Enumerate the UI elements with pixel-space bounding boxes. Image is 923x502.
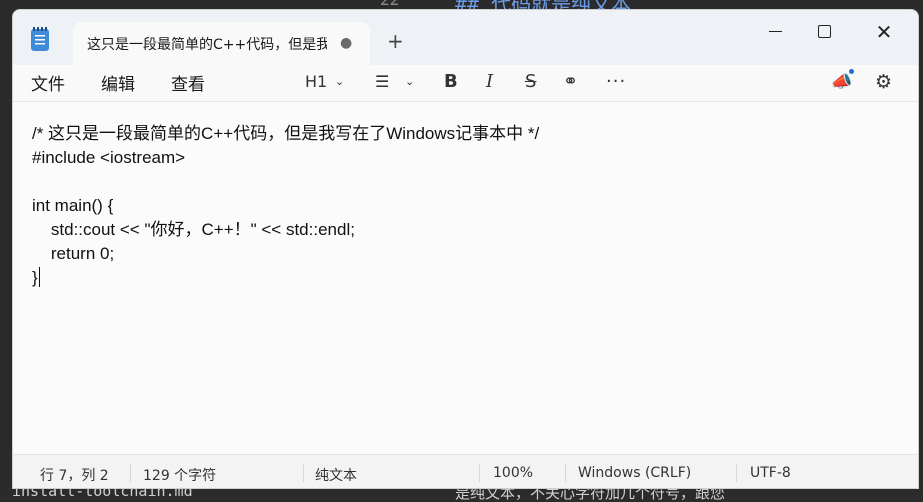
settings-button[interactable]: ⚙ [875,69,892,95]
status-bar: 行 7，列 2 129 个字符 纯文本 100% Windows (CRLF) … [13,454,918,488]
gear-icon: ⚙ [875,71,893,93]
tab-title: 这只是一段最简单的C++代码，但是我写在了Windows记事本中 [87,37,327,53]
notepad-window: 这只是一段最简单的C++代码，但是我写在了Windows记事本中 ● + ✕ 文… [12,9,919,489]
tab-current-document[interactable]: 这只是一段最简单的C++代码，但是我写在了Windows记事本中 ● [73,22,370,65]
link-button[interactable]: ⚭ [563,69,578,95]
line-ending[interactable]: Windows (CRLF) [578,465,691,481]
editor-content[interactable]: /* 这只是一段最简单的C++代码，但是我写在了Windows记事本中 */ #i… [32,122,539,290]
notification-dot [849,69,854,74]
background-editor-left [0,0,12,502]
title-bar: 这只是一段最简单的C++代码，但是我写在了Windows记事本中 ● + ✕ [13,10,918,65]
background-text: 是纯文本，不关心字符加几个符号，跟您 [455,488,726,502]
text-editor[interactable]: /* 这只是一段最简单的C++代码，但是我写在了Windows记事本中 */ #i… [13,102,918,454]
whats-new-button[interactable]: 📣 [831,69,854,95]
more-options-button[interactable]: ··· [606,69,626,95]
megaphone-icon: 📣 [831,72,853,92]
list-dropdown[interactable]: ☰ ⌄ [375,69,421,95]
menu-file[interactable]: 文件 [31,70,65,95]
editor-last-line: } [32,266,539,290]
unsaved-dot-icon[interactable]: ● [340,35,352,51]
background-editor-bottom: install-toolchain.md 是纯文本，不关心字符加几个符号，跟您 [0,488,923,502]
status-divider [479,464,480,482]
bullet-list-icon: ☰ [375,72,390,91]
editor-line: #include <iostream> [32,148,186,167]
bold-button[interactable]: B [444,69,458,95]
status-divider [130,464,131,482]
chevron-down-icon: ⌄ [405,75,415,88]
strikethrough-button[interactable]: S [525,69,536,95]
maximize-button[interactable] [802,16,846,48]
italic-button[interactable]: I [486,69,493,95]
character-count: 129 个字符 [143,468,217,484]
cursor-position: 行 7，列 2 [40,468,109,484]
text-format[interactable]: 纯文本 [315,465,357,485]
text-caret [38,267,40,287]
menu-view[interactable]: 查看 [171,70,205,95]
editor-line: std::cout << "你好，C++！" << std::endl; [32,220,355,239]
chevron-down-icon: ⌄ [335,75,345,88]
background-editor-right [919,0,923,502]
menu-bar: 文件 编辑 查看 H1 ⌄ ☰ ⌄ B I S ⚭ ··· 📣 ⚙ [13,65,918,101]
editor-line: /* 这只是一段最简单的C++代码，但是我写在了Windows记事本中 */ [32,124,540,143]
close-button[interactable]: ✕ [862,16,906,48]
heading-dropdown[interactable]: H1 ⌄ [305,69,351,95]
editor-line: int main() { [32,196,114,215]
editor-line: } [32,268,38,287]
encoding[interactable]: UTF-8 [750,465,791,481]
new-tab-button[interactable]: + [387,29,404,53]
link-icon: ⚭ [563,71,579,92]
minimize-button[interactable] [754,16,798,48]
notepad-app-icon [31,27,49,51]
status-divider [303,464,304,482]
zoom-level[interactable]: 100% [493,465,533,481]
heading-label: H1 [305,72,328,91]
menu-edit[interactable]: 编辑 [101,70,135,95]
status-divider [565,464,566,482]
background-file-name: install-toolchain.md [12,488,193,500]
background-line-number: 22 [380,0,399,9]
status-divider [736,464,737,482]
editor-line: return 0; [32,244,115,263]
